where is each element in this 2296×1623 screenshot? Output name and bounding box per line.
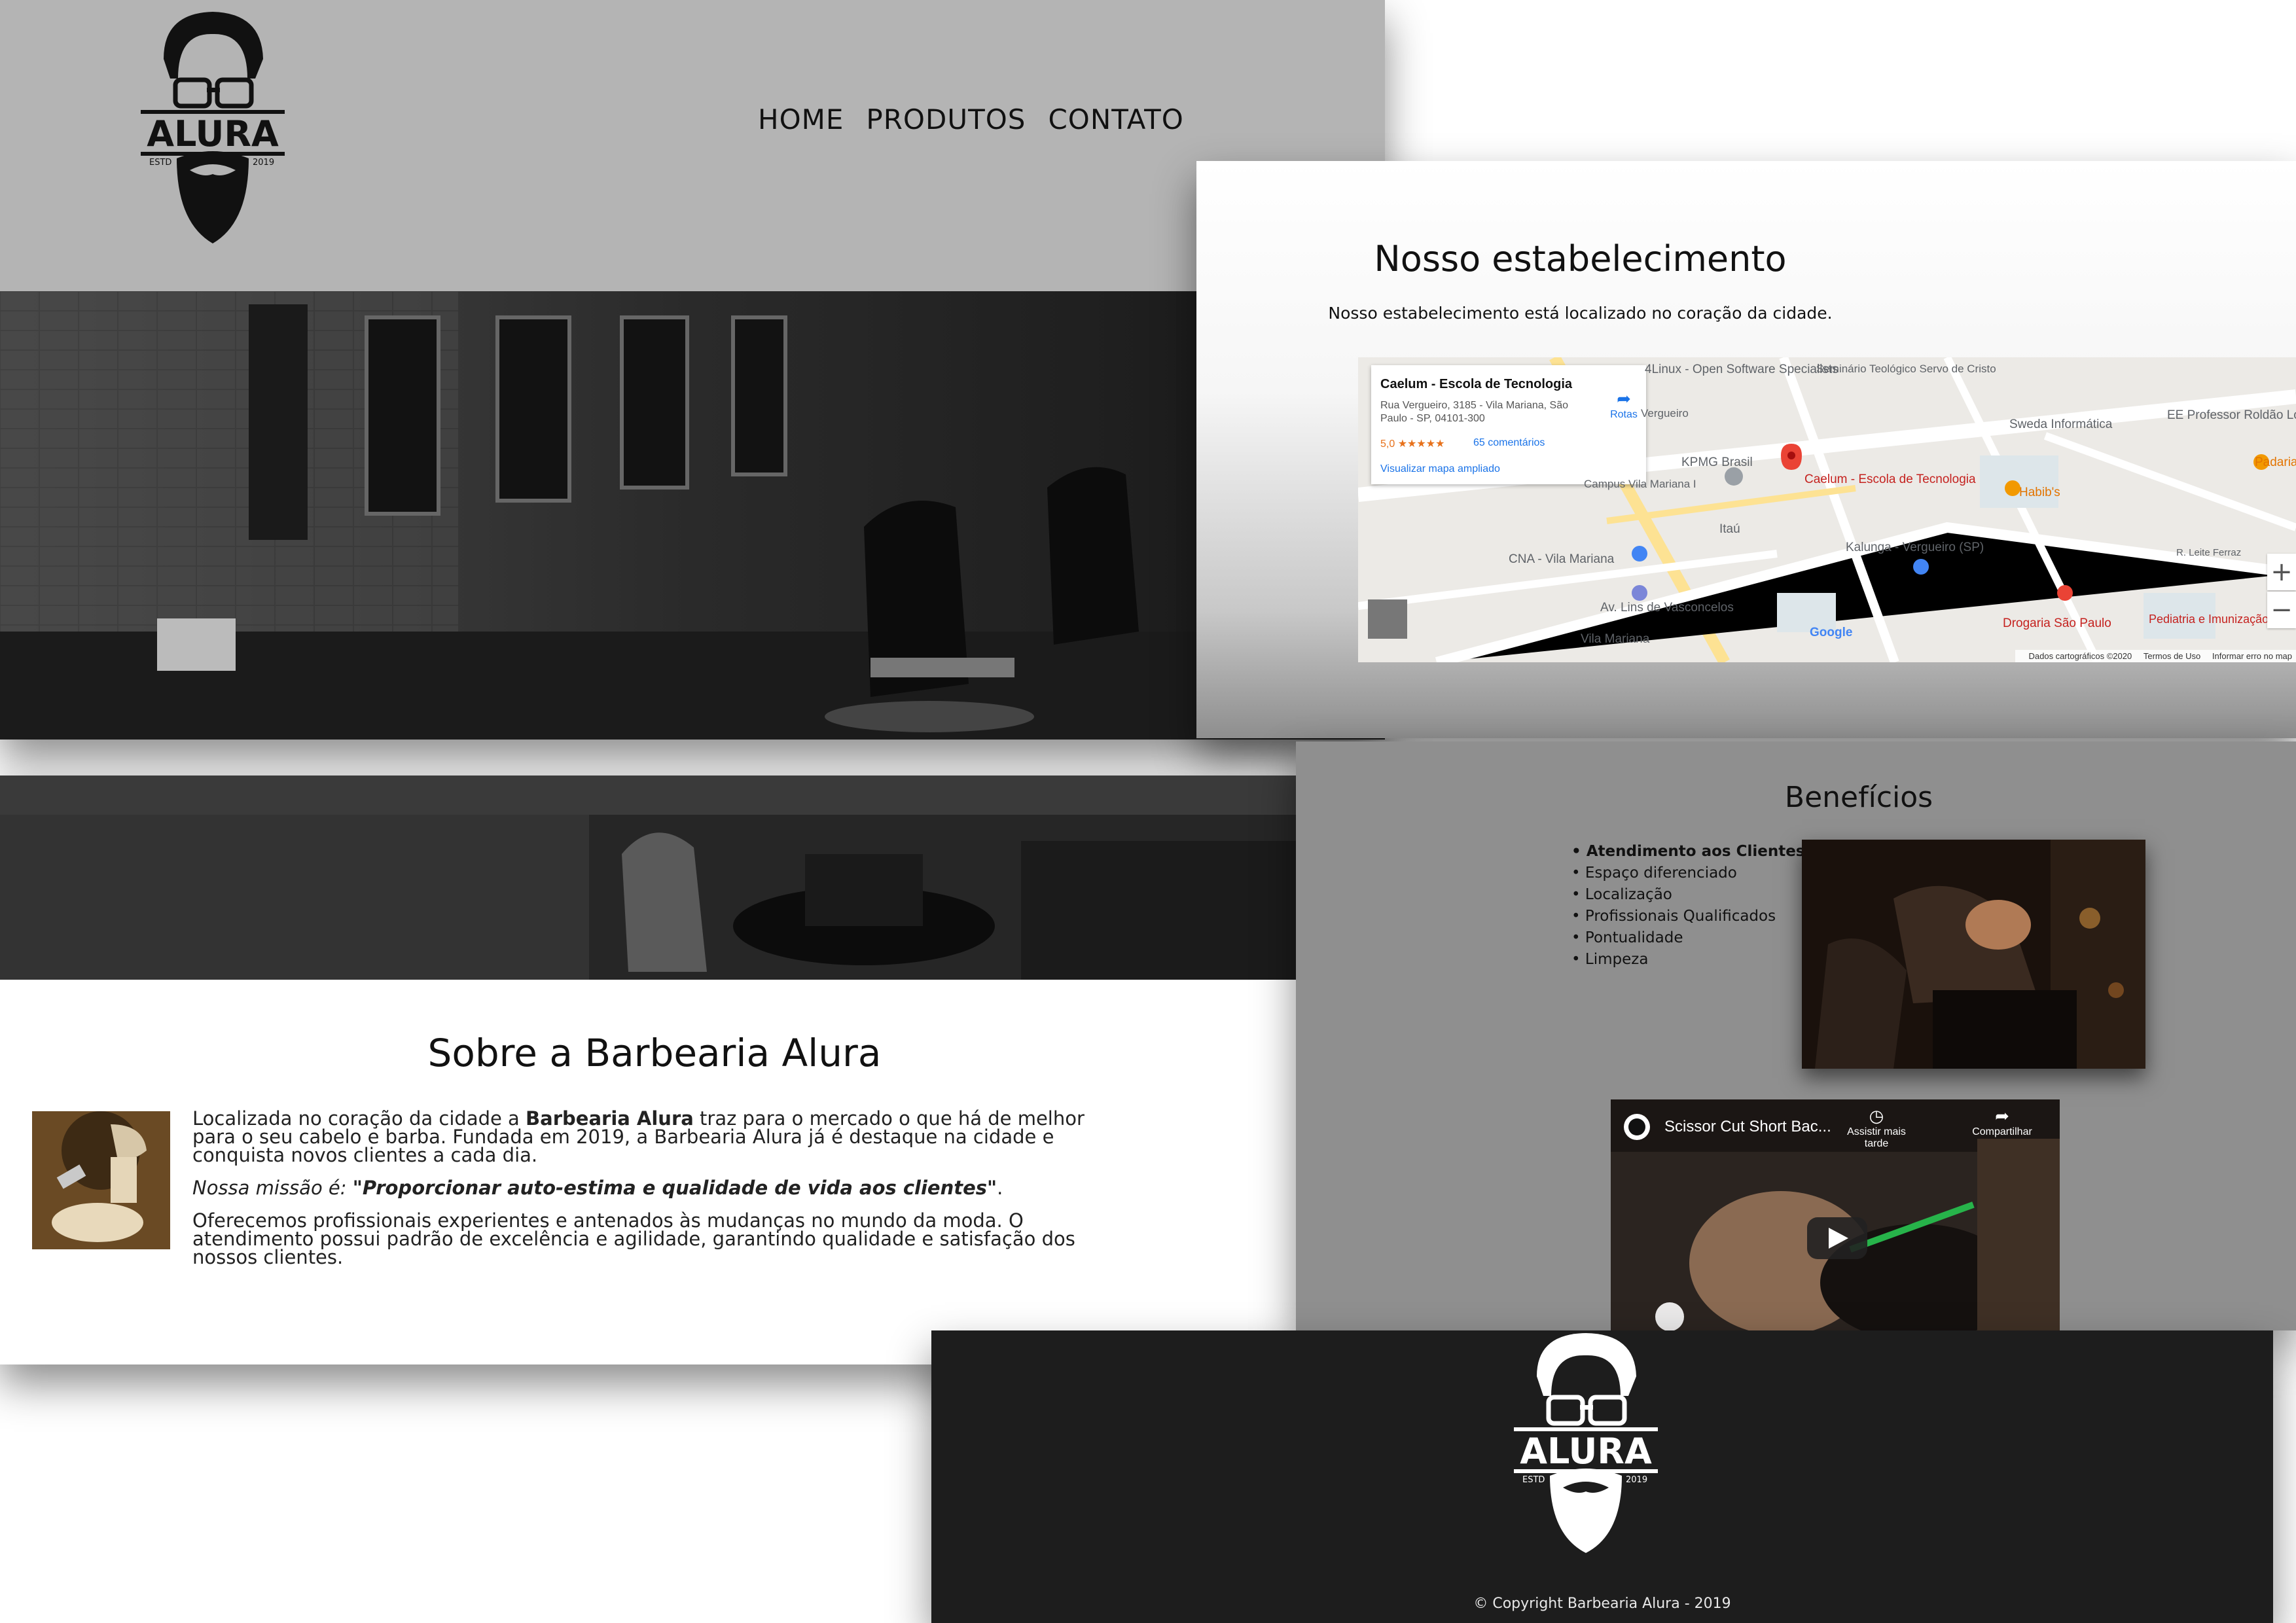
nav-produtos[interactable]: PRODUTOS [866,103,1026,135]
map-label: EE Professor Roldão Lopes de Barros [2167,408,2296,422]
svg-text:2019: 2019 [1626,1475,1647,1485]
mission-quote: "Proporcionar auto-estima e qualidade de… [352,1177,997,1199]
embedded-map[interactable]: Caelum - Escola de Tecnologia Rua Vergue… [1358,357,2296,662]
footer-panel: ALURA ESTD 2019 © Copyright Barbearia Al… [931,1330,2273,1623]
share-icon: ➦ [1995,1106,2009,1126]
map-label: CNA - Vila Mariana [1509,552,1615,566]
nav-contato[interactable]: CONTATO [1048,103,1183,135]
map-terms-link[interactable]: Termos de Uso [2144,651,2200,661]
shaving-brush-image [32,1111,170,1249]
map-footer: Dados cartográficos ©2020 Termos de Uso … [2015,650,2296,662]
list-item: Espaço diferenciado [1571,863,1805,884]
about-mission: Nossa missão é: "Proporcionar auto-estim… [192,1177,1003,1199]
map-label: Vila Mariana [1581,632,1650,646]
map-label: Av. Lins de Vasconcelos [1600,601,1734,615]
watch-later-button[interactable]: ◷ Assistir mais tarde [1844,1106,1909,1150]
clock-icon: ◷ [1869,1106,1884,1126]
nav-home[interactable]: HOME [758,103,844,135]
copyright-text: © Copyright Barbearia Alura - 2019 [1473,1596,1731,1612]
list-item: Pontualidade [1571,927,1805,949]
mission-label: Nossa missão é: [192,1177,353,1199]
video-title[interactable]: Scissor Cut Short Bac... [1664,1118,1831,1136]
benefits-list: Atendimento aos Clientes Espaço diferenc… [1571,841,1805,971]
map-label: Drogaria São Paulo [2003,616,2111,630]
map-rating: 5,0 ★★★★★ [1380,438,1445,450]
svg-text:ALURA: ALURA [1520,1431,1652,1472]
map-info-card: Caelum - Escola de Tecnologia Rua Vergue… [1371,365,1646,484]
watch-later-label: Assistir mais tarde [1847,1126,1906,1149]
about-text: Localizada no coração da cidade a Barbea… [192,1109,1122,1281]
map-label: Padaria E [2255,455,2296,469]
share-button[interactable]: ➦ Compartilhar [1963,1106,2041,1138]
map-label: 4Linux - Open Software Specialists [1645,363,1839,376]
svg-text:2019: 2019 [253,158,274,168]
video-embed[interactable]: Scissor Cut Short Bac... ◷ Assistir mais… [1611,1099,2060,1330]
about-paragraph: Localizada no coração da cidade a Barbea… [192,1109,1122,1165]
map-zoom-out-button[interactable]: − [2267,592,2296,628]
barbershop-hero-image [0,291,1385,740]
map-label: Habib's [2019,486,2060,499]
list-item: Limpeza [1571,949,1805,971]
alura-logo[interactable]: ALURA ESTD 2019 [137,7,288,249]
map-label: Campus Vila Mariana I [1584,478,1696,490]
about-panel: Sobre a Barbearia Alura Localizada no co… [0,776,1314,1364]
svg-text:ALURA: ALURA [147,113,279,154]
about-title: Sobre a Barbearia Alura [427,1031,882,1075]
svg-text:ESTD: ESTD [149,158,171,168]
location-panel: Nosso estabelecimento Nosso estabelecime… [1196,161,2296,738]
benefits-title: Benefícios [1784,781,1933,814]
header-panel: ALURA ESTD 2019 HOME PRODUTOS CONTATO [0,0,1385,740]
location-lead: Nosso estabelecimento está localizado no… [1328,304,1833,323]
google-logo: Google [1810,626,1853,639]
map-label: Vergueiro [1641,407,1689,419]
map-reviews-link[interactable]: 65 comentários [1473,437,1545,449]
directions-icon: ➦ [1617,389,1631,408]
list-item: Profissionais Qualificados [1571,906,1805,927]
map-zoom-in-button[interactable]: + [2267,554,2296,590]
map-pin-label: Caelum - Escola de Tecnologia [1804,473,1976,486]
alura-logo-white: ALURA ESTD 2019 [1514,1333,1658,1553]
location-title: Nosso estabelecimento [1374,238,1787,279]
share-label: Compartilhar [1972,1126,2032,1137]
map-place-name: Caelum - Escola de Tecnologia [1380,377,1573,391]
map-label: KPMG Brasil [1681,455,1753,469]
map-data-credit: Dados cartográficos ©2020 [2028,651,2132,661]
map-label: Seminário Teológico Servo de Cristo [1816,363,1996,375]
about-paragraph: Oferecemos profissionais experientes e a… [192,1209,1075,1268]
list-item: Atendimento aos Clientes [1571,841,1805,863]
map-directions-button[interactable]: ➦ Rotas [1608,389,1640,421]
main-nav: HOME PRODUTOS CONTATO [758,103,1184,135]
map-address: Rua Vergueiro, 3185 - Vila Mariana, São … [1380,400,1568,424]
barber-shave-image [1802,840,2145,1069]
barbershop-chairs-image [0,776,1314,980]
list-item: Localização [1571,884,1805,906]
map-label: R. Leite Ferraz [2176,547,2242,558]
map-label: Sweda Informática [2009,418,2113,431]
map-label: Kalunga - Vergueiro (SP) [1846,541,1984,554]
map-label: Itaú [1719,522,1740,536]
svg-text:ESTD: ESTD [1522,1475,1545,1485]
map-directions-label: Rotas [1610,409,1638,420]
map-view-larger-link[interactable]: Visualizar mapa ampliado [1380,463,1500,475]
benefits-panel: Benefícios Atendimento aos Clientes Espa… [1296,741,2296,1330]
map-report-link[interactable]: Informar erro no map [2212,651,2292,661]
